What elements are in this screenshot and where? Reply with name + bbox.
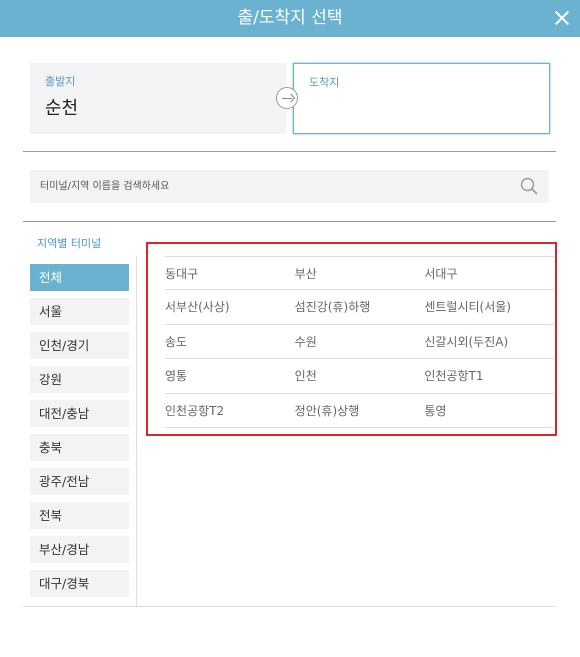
search-bar[interactable] (30, 170, 549, 203)
region-item-gangwon[interactable]: 강원 (30, 366, 129, 393)
divider (136, 256, 137, 606)
arrow-right-icon (276, 87, 298, 109)
region-sidebar: 전체 서울 인천/경기 강원 대전/충남 충북 광주/전남 전북 부산/경남 대… (30, 264, 129, 604)
terminal-item[interactable]: 영통 (165, 359, 295, 392)
terminal-item[interactable]: 부산 (295, 257, 425, 289)
divider (23, 151, 556, 152)
terminal-row: 동대구 부산 서대구 (165, 256, 554, 291)
region-item-daejeon-chungnam[interactable]: 대전/충남 (30, 400, 129, 427)
region-item-jeonbuk[interactable]: 전북 (30, 502, 129, 529)
terminal-item[interactable]: 서부산(사상) (165, 290, 295, 323)
terminal-row: 송도 수원 신갈시외(두진A) (165, 325, 554, 360)
terminal-item[interactable]: 신갈시외(두진A) (424, 325, 554, 358)
departure-field[interactable]: 출발지 순천 (30, 63, 286, 134)
terminal-item[interactable]: 동대구 (165, 257, 295, 289)
terminal-item[interactable]: 인천공항T1 (424, 359, 554, 392)
terminal-item[interactable]: 송도 (165, 325, 295, 358)
terminal-grid: 동대구 부산 서대구 서부산(사상) 섬진강(휴)하행 센트럴시티(서울) 송도… (165, 256, 554, 428)
terminal-row: 서부산(사상) 섬진강(휴)하행 센트럴시티(서울) (165, 290, 554, 325)
terminal-item[interactable]: 센트럴시티(서울) (424, 290, 554, 323)
region-item-busan-gyeongnam[interactable]: 부산/경남 (30, 536, 129, 563)
divider (23, 606, 556, 607)
region-section-title: 지역별 터미널 (37, 237, 102, 250)
region-item-chungbuk[interactable]: 충북 (30, 434, 129, 461)
terminal-item[interactable]: 섬진강(휴)하행 (295, 290, 425, 323)
region-item-seoul[interactable]: 서울 (30, 298, 129, 325)
close-icon[interactable] (553, 9, 571, 27)
arrival-label: 도착지 (309, 76, 340, 89)
terminal-item[interactable]: 인천 (295, 359, 425, 392)
divider (23, 221, 556, 222)
terminal-item[interactable]: 인천공항T2 (165, 394, 295, 427)
region-item-incheon-gyeonggi[interactable]: 인천/경기 (30, 332, 129, 359)
departure-label: 출발지 (45, 75, 76, 88)
search-icon[interactable] (520, 177, 538, 195)
arrival-field[interactable]: 도착지 (293, 63, 550, 134)
header: 출/도착지 선택 (0, 0, 580, 37)
search-input[interactable] (40, 170, 510, 203)
page-title: 출/도착지 선택 (237, 8, 343, 28)
terminal-item[interactable]: 통영 (424, 394, 554, 427)
region-item-daegu-gyeongbuk[interactable]: 대구/경북 (30, 570, 129, 597)
terminal-item[interactable]: 수원 (295, 325, 425, 358)
terminal-row: 영통 인천 인천공항T1 (165, 359, 554, 394)
terminal-item[interactable]: 서대구 (424, 257, 554, 289)
terminal-row: 인천공항T2 정안(휴)상행 통영 (165, 394, 554, 428)
region-item-gwangju-jeonnam[interactable]: 광주/전남 (30, 468, 129, 495)
region-item-all[interactable]: 전체 (30, 264, 129, 291)
departure-value: 순천 (45, 98, 79, 119)
terminal-item[interactable]: 정안(휴)상행 (295, 394, 425, 427)
